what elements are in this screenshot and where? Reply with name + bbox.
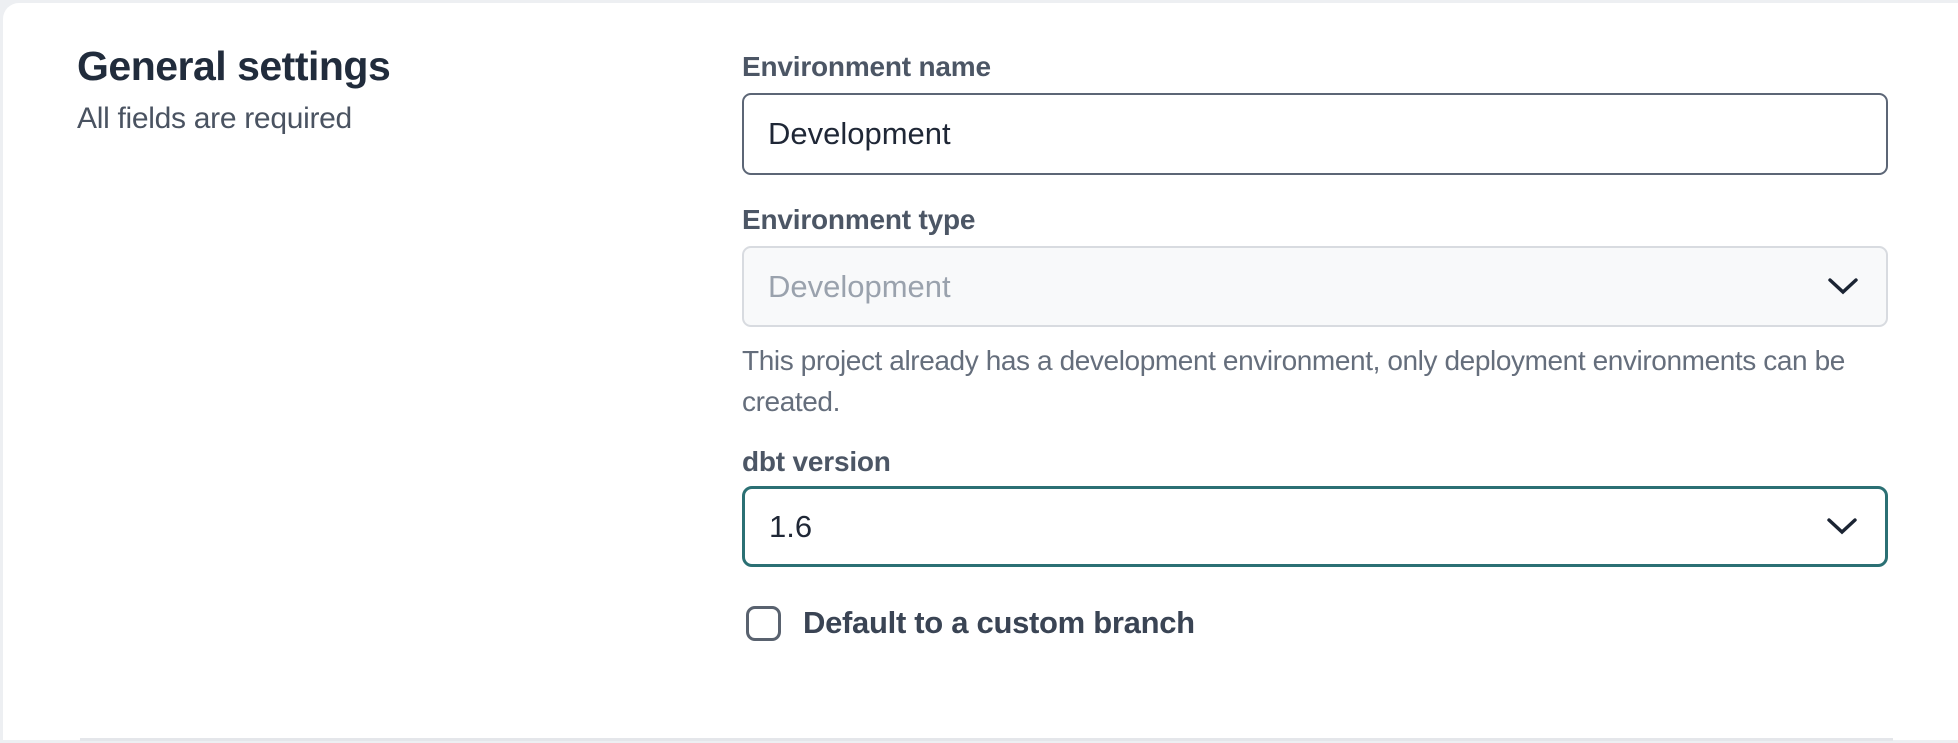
helper-line-2: created. xyxy=(742,381,1932,422)
page-subtitle: All fields are required xyxy=(77,102,352,136)
custom-branch-checkbox[interactable] xyxy=(746,606,781,641)
environment-name-label: Environment name xyxy=(742,51,991,83)
environment-type-value: Development xyxy=(768,269,951,305)
general-settings-form: Environment name Environment type Develo… xyxy=(742,3,1888,743)
dbt-version-label: dbt version xyxy=(742,446,891,478)
custom-branch-label[interactable]: Default to a custom branch xyxy=(803,605,1195,641)
chevron-down-icon xyxy=(1826,277,1860,297)
helper-line-1: This project already has a development e… xyxy=(742,340,1932,381)
dbt-version-select[interactable]: 1.6 xyxy=(742,486,1888,567)
environment-type-helper: This project already has a development e… xyxy=(742,340,1932,422)
environment-name-input[interactable] xyxy=(742,93,1888,175)
chevron-down-icon xyxy=(1825,517,1859,537)
page-title: General settings xyxy=(77,43,390,90)
environment-type-label: Environment type xyxy=(742,204,975,236)
environment-type-select[interactable]: Development xyxy=(742,246,1888,327)
custom-branch-row: Default to a custom branch xyxy=(742,602,1195,644)
settings-card: General settings All fields are required… xyxy=(3,3,1958,740)
dbt-version-value: 1.6 xyxy=(769,509,812,545)
